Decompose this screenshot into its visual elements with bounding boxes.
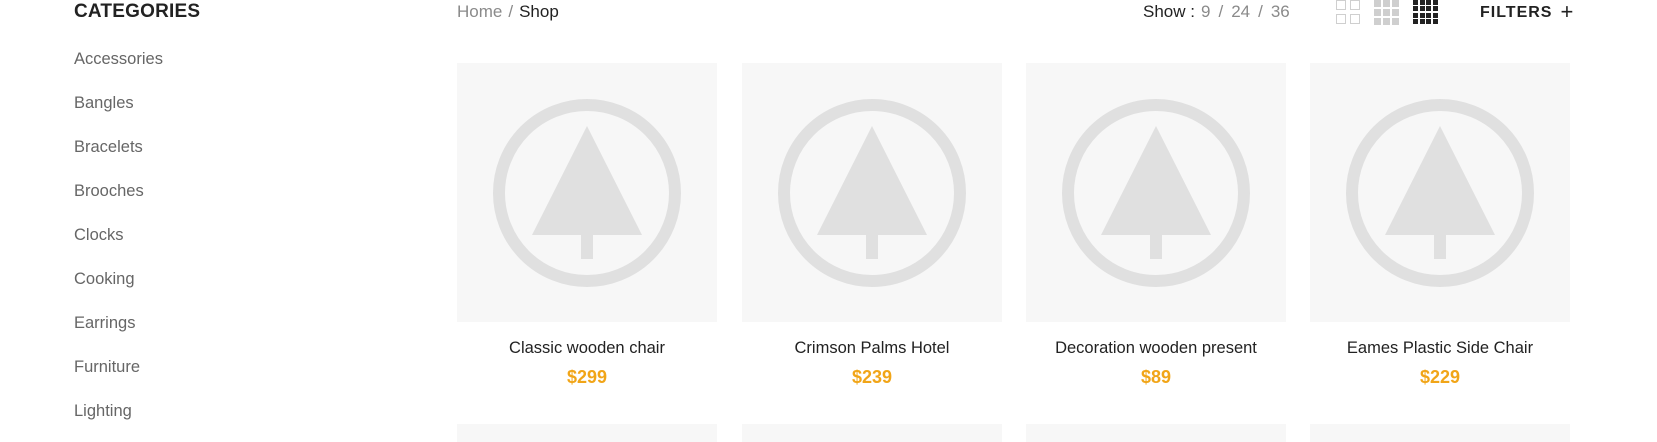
category-item-cooking[interactable]: Cooking — [74, 268, 374, 312]
per-page-option-9[interactable]: 9 — [1201, 2, 1210, 21]
breadcrumb-current: Shop — [519, 2, 559, 21]
category-sidebar: CATEGORIES Accessories Bangles Bracelets… — [74, 0, 374, 442]
per-page-label: Show : — [1143, 2, 1195, 21]
category-item-lighting[interactable]: Lighting — [74, 400, 374, 442]
filters-button[interactable]: FILTERS + — [1480, 0, 1574, 25]
per-page-option-36[interactable]: 36 — [1271, 2, 1290, 21]
product-name[interactable]: Crimson Palms Hotel — [742, 336, 1002, 360]
product-image-placeholder[interactable] — [1310, 63, 1570, 322]
product-price: $239 — [851, 367, 893, 387]
product-image-placeholder-next-row[interactable] — [742, 424, 1002, 442]
product-name[interactable]: Classic wooden chair — [457, 336, 717, 360]
product-image-placeholder-next-row[interactable] — [1026, 424, 1286, 442]
product-card: Eames Plastic Side Chair $229 — [1310, 63, 1570, 389]
per-page-selector: Show : 9 / 24 / 36 — [1143, 0, 1290, 24]
category-item-bracelets[interactable]: Bracelets — [74, 136, 374, 180]
per-page-separator: / — [1218, 2, 1224, 21]
product-price: $229 — [1419, 367, 1461, 387]
product-card: Classic wooden chair $299 — [457, 63, 717, 389]
category-item-bangles[interactable]: Bangles — [74, 92, 374, 136]
view-mode-switcher — [1336, 0, 1438, 25]
placeholder-tree-icon — [1062, 98, 1250, 287]
product-image-placeholder[interactable] — [457, 63, 717, 322]
category-item-accessories[interactable]: Accessories — [74, 48, 374, 92]
category-item-brooches[interactable]: Brooches — [74, 180, 374, 224]
grid-3-icon[interactable] — [1374, 0, 1399, 25]
filters-label: FILTERS — [1480, 4, 1553, 21]
product-price: $89 — [1140, 367, 1172, 387]
grid-2-icon[interactable] — [1336, 0, 1360, 24]
placeholder-tree-icon — [778, 98, 966, 287]
category-item-clocks[interactable]: Clocks — [74, 224, 374, 268]
plus-icon: + — [1560, 0, 1575, 24]
breadcrumb: Home / Shop — [457, 0, 559, 24]
per-page-option-24[interactable]: 24 — [1231, 2, 1250, 21]
per-page-separator: / — [1258, 2, 1263, 21]
placeholder-tree-icon — [493, 98, 681, 287]
category-list: Accessories Bangles Bracelets Brooches C… — [74, 48, 374, 442]
product-price: $299 — [566, 367, 608, 387]
category-item-earrings[interactable]: Earrings — [74, 312, 374, 356]
product-image-placeholder-next-row[interactable] — [1310, 424, 1570, 442]
categories-heading: CATEGORIES — [74, 1, 201, 22]
product-card: Decoration wooden present $89 — [1026, 63, 1286, 389]
breadcrumb-separator: / — [508, 2, 514, 21]
breadcrumb-home-link[interactable]: Home — [457, 2, 502, 21]
product-image-placeholder[interactable] — [742, 63, 1002, 322]
product-card: Crimson Palms Hotel $239 — [742, 63, 1002, 389]
product-name[interactable]: Eames Plastic Side Chair — [1310, 336, 1570, 360]
grid-4-icon[interactable] — [1413, 0, 1438, 25]
placeholder-tree-icon — [1346, 98, 1534, 287]
category-item-furniture[interactable]: Furniture — [74, 356, 374, 400]
product-image-placeholder-next-row[interactable] — [457, 424, 717, 442]
product-name[interactable]: Decoration wooden present — [1026, 336, 1286, 360]
product-image-placeholder[interactable] — [1026, 63, 1286, 322]
